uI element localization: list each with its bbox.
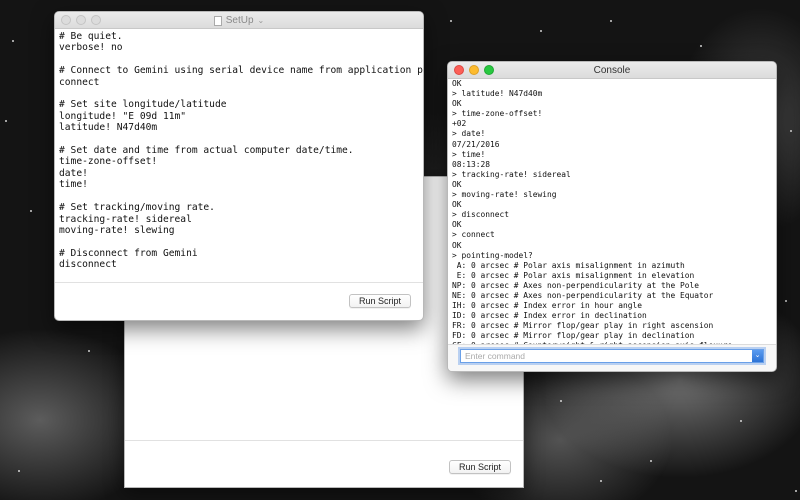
console-title: Console bbox=[593, 65, 631, 76]
close-button[interactable] bbox=[61, 15, 71, 25]
script-editor[interactable]: # Be quiet. verbose! no # Connect to Gem… bbox=[55, 29, 423, 273]
minimize-button[interactable] bbox=[469, 65, 479, 75]
footer-divider bbox=[55, 282, 423, 283]
console-window[interactable]: Console OK > latitude! N47d40m OK > time… bbox=[447, 61, 777, 372]
console-output[interactable]: OK > latitude! N47d40m OK > time-zone-of… bbox=[448, 79, 776, 351]
setup-titlebar[interactable]: SetUp ⌄ bbox=[55, 12, 423, 29]
run-script-button[interactable]: Run Script bbox=[348, 294, 411, 308]
window-controls bbox=[61, 15, 101, 25]
console-titlebar[interactable]: Console bbox=[448, 62, 776, 79]
chevron-down-icon[interactable]: ⌄ bbox=[752, 350, 763, 362]
run-script-button-background[interactable]: Run Script bbox=[448, 460, 511, 474]
chevron-down-icon[interactable]: ⌄ bbox=[258, 12, 265, 29]
zoom-button[interactable] bbox=[91, 15, 101, 25]
footer-divider bbox=[125, 440, 523, 441]
setup-title[interactable]: SetUp ⌄ bbox=[213, 12, 265, 29]
setup-title-label: SetUp bbox=[225, 15, 254, 26]
console-input-bar: ⌄ bbox=[448, 344, 776, 371]
window-controls bbox=[454, 65, 494, 75]
zoom-button[interactable] bbox=[484, 65, 494, 75]
close-button[interactable] bbox=[454, 65, 464, 75]
setup-window[interactable]: SetUp ⌄ # Be quiet. verbose! no # Connec… bbox=[54, 11, 424, 321]
document-icon bbox=[213, 15, 222, 26]
minimize-button[interactable] bbox=[76, 15, 86, 25]
command-combobox[interactable]: ⌄ bbox=[460, 349, 764, 363]
command-input[interactable] bbox=[463, 350, 751, 362]
